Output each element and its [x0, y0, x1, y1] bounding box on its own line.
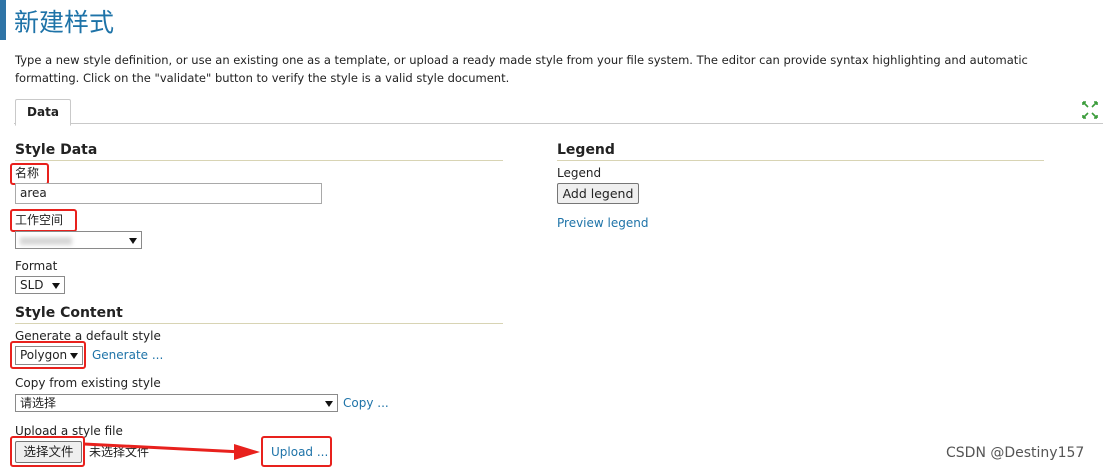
name-input[interactable]: area: [15, 183, 322, 204]
preview-legend-link[interactable]: Preview legend: [557, 216, 648, 231]
generate-select-value: Polygon: [20, 348, 68, 362]
redacted-workspace-value: [20, 237, 72, 245]
dropdown-caret-icon: [70, 353, 78, 359]
legend-rule: [557, 160, 1044, 161]
style-content-rule: [15, 323, 503, 324]
copy-label: Copy from existing style: [15, 376, 161, 390]
arrow-annotation: [83, 442, 260, 460]
generate-link[interactable]: Generate ...: [92, 348, 163, 363]
legend-heading: Legend: [557, 142, 615, 158]
tab-bar-line: [14, 123, 1103, 124]
format-select-value: SLD: [20, 278, 44, 292]
annotation-box-workspace: [10, 209, 77, 232]
expand-icon[interactable]: [1081, 100, 1099, 120]
dropdown-caret-icon: [325, 401, 333, 407]
copy-select[interactable]: 请选择: [15, 394, 338, 412]
dropdown-caret-icon: [129, 238, 137, 244]
style-data-rule: [15, 160, 503, 161]
copy-link[interactable]: Copy ...: [343, 396, 389, 411]
tab-data[interactable]: Data: [15, 99, 71, 126]
format-label: Format: [15, 259, 58, 273]
style-data-heading: Style Data: [15, 142, 98, 158]
dropdown-caret-icon: [52, 283, 60, 289]
page-description: Type a new style definition, or use an e…: [15, 53, 1028, 85]
upload-link[interactable]: Upload ...: [271, 445, 328, 460]
add-legend-button[interactable]: Add legend: [557, 183, 639, 204]
copy-select-value: 请选择: [20, 396, 57, 410]
page-title: 新建样式: [14, 8, 115, 37]
format-select[interactable]: SLD: [15, 276, 65, 294]
legend-label: Legend: [557, 166, 602, 180]
choose-file-button[interactable]: 选择文件: [15, 441, 82, 463]
header-corner-accent: [0, 0, 6, 40]
generate-select[interactable]: Polygon: [15, 346, 83, 365]
style-content-heading: Style Content: [15, 305, 123, 321]
workspace-select[interactable]: [15, 231, 142, 249]
watermark: CSDN @Destiny157: [946, 445, 1085, 461]
annotation-box-name: [10, 163, 49, 185]
